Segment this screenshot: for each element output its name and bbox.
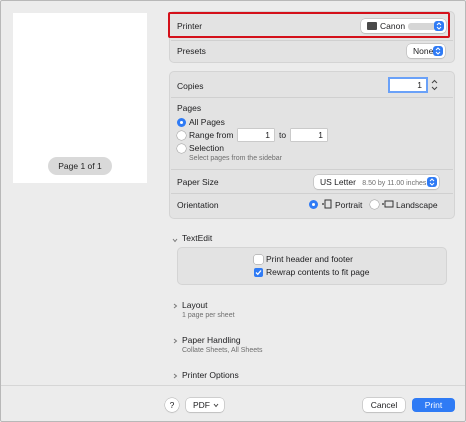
chevron-right-icon[interactable] <box>173 336 178 346</box>
pages-label: Pages <box>177 103 202 113</box>
presets-popup[interactable]: None <box>407 44 445 58</box>
rewrap-label: Rewrap contents to fit page <box>266 267 370 277</box>
print-button[interactable]: Print <box>412 398 455 412</box>
textedit-section-label[interactable]: TextEdit <box>182 233 212 243</box>
chevron-right-icon[interactable] <box>173 371 178 381</box>
paper-size-value: US Letter <box>320 177 356 187</box>
divider <box>171 193 453 194</box>
chevron-right-icon[interactable] <box>173 301 178 311</box>
layout-subtitle: 1 page per sheet <box>182 312 235 319</box>
landscape-icon <box>381 198 394 212</box>
presets-value: None <box>413 46 434 56</box>
popup-arrows-icon <box>434 21 444 31</box>
range-from-input[interactable]: 1 <box>238 129 274 141</box>
copies-label: Copies <box>177 81 204 91</box>
printer-name-blurred <box>408 23 437 31</box>
range-radio[interactable] <box>177 131 186 140</box>
range-to-label: to <box>279 130 287 140</box>
checkmark-icon <box>255 270 262 276</box>
layout-section-label[interactable]: Layout <box>182 300 208 310</box>
landscape-label: Landscape <box>396 200 438 210</box>
printer-label: Printer <box>177 21 203 31</box>
paper-handling-subtitle: Collate Sheets, All Sheets <box>182 347 263 354</box>
footer-divider <box>1 385 465 386</box>
rewrap-checkbox[interactable] <box>254 268 263 277</box>
portrait-label: Portrait <box>335 200 363 210</box>
paper-size-label: Paper Size <box>177 177 219 187</box>
textedit-panel <box>177 247 447 285</box>
help-button[interactable]: ? <box>165 398 179 412</box>
pdf-menu-button[interactable]: PDF <box>186 398 224 412</box>
selection-label: Selection <box>189 143 224 153</box>
divider <box>171 97 453 98</box>
all-pages-label: All Pages <box>189 117 225 127</box>
pdf-label: PDF <box>193 400 210 410</box>
copies-input[interactable]: 1 <box>390 79 426 91</box>
paper-size-dimensions: 8.50 by 11.00 inches <box>362 180 427 187</box>
selection-hint: Select pages from the sidebar <box>189 155 282 162</box>
all-pages-radio[interactable] <box>177 118 186 127</box>
range-from-label: Range from <box>189 130 234 140</box>
divider <box>171 40 453 41</box>
cancel-button[interactable]: Cancel <box>363 398 405 412</box>
chevron-down-icon <box>213 403 219 408</box>
printer-popup[interactable]: Canon <box>361 19 446 33</box>
print-dialog: Page 1 of 1 Printer Canon Presets None C… <box>0 0 466 422</box>
landscape-radio[interactable] <box>370 200 379 209</box>
printer-options-section-label[interactable]: Printer Options <box>182 370 239 380</box>
paper-handling-section-label[interactable]: Paper Handling <box>182 335 241 345</box>
paper-size-popup[interactable]: US Letter 8.50 by 11.00 inches <box>314 175 439 189</box>
divider <box>171 169 453 170</box>
print-header-footer-label: Print header and footer <box>266 254 353 264</box>
copies-stepper[interactable] <box>430 78 439 92</box>
portrait-icon <box>321 198 333 212</box>
print-header-footer-checkbox[interactable] <box>254 255 263 264</box>
printer-name: Canon <box>380 21 406 31</box>
printer-icon <box>367 21 377 30</box>
popup-arrows-icon <box>427 177 437 187</box>
popup-arrows-icon <box>433 46 443 56</box>
orientation-label: Orientation <box>177 200 219 210</box>
page-indicator[interactable]: Page 1 of 1 <box>48 157 112 175</box>
portrait-radio[interactable] <box>309 200 318 209</box>
selection-radio[interactable] <box>177 144 186 153</box>
chevron-down-icon[interactable] <box>172 235 178 245</box>
range-to-input[interactable]: 1 <box>291 129 327 141</box>
presets-label: Presets <box>177 46 206 56</box>
